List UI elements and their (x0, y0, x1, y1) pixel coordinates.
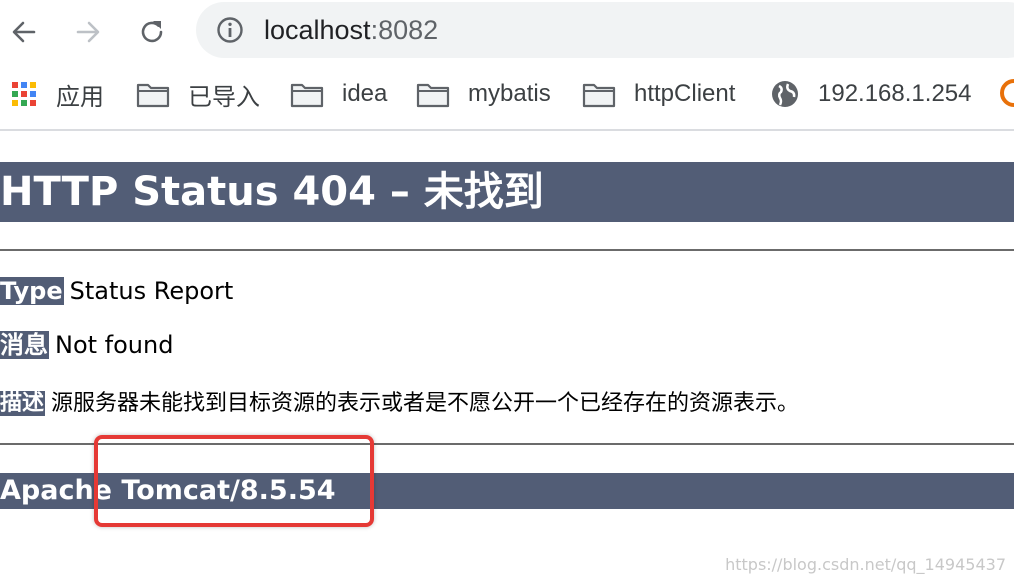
message-line: 消息 Not found (0, 330, 173, 360)
folder-icon (290, 79, 324, 109)
error-page: HTTP Status 404 – 未找到 Type Status Report … (0, 131, 1014, 582)
type-label: Type (0, 277, 64, 305)
url-port: :8082 (370, 15, 439, 45)
bookmark-label: 已导入 (188, 83, 260, 111)
info-icon[interactable] (216, 16, 244, 44)
message-label: 消息 (0, 331, 49, 359)
bookmark-label: mybatis (468, 80, 551, 107)
description-label: 描述 (0, 391, 46, 416)
bookmark-folder-httpclient[interactable]: httpClient (582, 77, 735, 111)
bookmark-ip[interactable]: 192.168.1.254 (770, 77, 971, 111)
bookmark-label: 应用 (56, 83, 104, 111)
folder-icon (416, 79, 450, 109)
forward-button[interactable] (68, 12, 108, 52)
apps-grid-icon (10, 79, 38, 109)
type-line: Type Status Report (0, 276, 233, 306)
reload-icon (141, 21, 163, 43)
divider (0, 249, 1014, 251)
arrow-left-icon (12, 21, 36, 43)
folder-icon (582, 79, 616, 109)
message-value: Not found (55, 331, 174, 359)
bookmark-folder-imported[interactable]: 已导入 (136, 77, 260, 111)
description-value: 源服务器未能找到目标资源的表示或者是不愿公开一个已经存在的资源表示。 (51, 391, 800, 416)
url-host: localhost (264, 15, 371, 45)
arrow-right-icon (76, 21, 100, 43)
highlight-annotation (94, 435, 374, 527)
bookmarks-bar: 应用 已导入 idea mybatis httpClient 192.168.1… (0, 64, 1014, 126)
description-line: 描述 源服务器未能找到目标资源的表示或者是不愿公开一个已经存在的资源表示。 (0, 389, 799, 419)
reload-button[interactable] (132, 12, 172, 52)
bookmark-partial-icon[interactable] (1000, 79, 1014, 107)
bookmark-folder-idea[interactable]: idea (290, 77, 387, 111)
back-button[interactable] (4, 12, 44, 52)
bookmark-folder-mybatis[interactable]: mybatis (416, 77, 551, 111)
globe-icon (770, 79, 800, 109)
bookmark-label: httpClient (634, 80, 736, 107)
watermark: https://blog.csdn.net/qq_14945437 (725, 555, 1006, 574)
browser-toolbar: localhost:8082 (0, 0, 1014, 64)
address-bar[interactable]: localhost:8082 (196, 2, 1014, 58)
folder-icon (136, 79, 170, 109)
type-value: Status Report (69, 277, 234, 305)
bookmark-apps[interactable]: 应用 (10, 77, 104, 111)
bookmark-label: 192.168.1.254 (818, 80, 972, 107)
bookmark-label: idea (342, 80, 388, 107)
page-title: HTTP Status 404 – 未找到 (0, 162, 1014, 222)
url-text[interactable]: localhost:8082 (264, 15, 438, 45)
